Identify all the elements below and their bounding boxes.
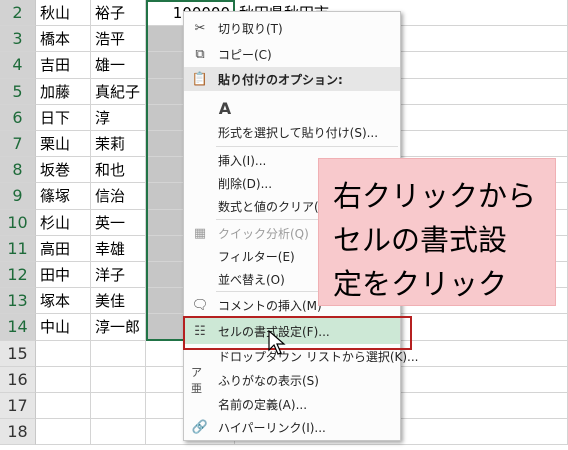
scissors-icon: ✂ (194, 20, 206, 36)
row-header[interactable]: 13 (0, 288, 36, 315)
table-cell[interactable] (36, 393, 91, 420)
table-cell[interactable]: 吉田 (36, 52, 91, 79)
table-cell[interactable] (36, 419, 91, 446)
clipboard-icon: 📋 (191, 71, 209, 87)
row-header[interactable]: 18 (0, 419, 36, 446)
menu-label: 形式を選択して貼り付け(S)... (218, 125, 379, 140)
callout-line-3: 定をクリック (333, 267, 508, 301)
table-cell[interactable]: 中山 (36, 314, 91, 341)
menu-label: フィルター(E) (218, 249, 295, 264)
furigana-icon: ア亜 (191, 366, 202, 395)
table-cell[interactable]: 信治 (91, 183, 146, 210)
row-header[interactable]: 16 (0, 366, 36, 393)
table-cell[interactable]: 加藤 (36, 78, 91, 105)
callout-line-2: セルの書式設 (333, 223, 508, 257)
mouse-cursor-icon (268, 330, 286, 355)
paste-values-icon: A (218, 98, 232, 118)
table-cell[interactable] (36, 366, 91, 393)
table-cell[interactable]: 塚本 (36, 288, 91, 315)
table-cell[interactable]: 真紀子 (91, 78, 146, 105)
table-cell[interactable]: 英一 (91, 209, 146, 236)
table-cell[interactable]: 日下 (36, 104, 91, 131)
table-cell[interactable]: 橋本 (36, 26, 91, 53)
table-cell[interactable]: 篠塚 (36, 183, 91, 210)
menu-label: クイック分析(Q) (218, 226, 309, 241)
row-header[interactable]: 6 (0, 104, 36, 131)
table-cell[interactable]: 秋山 (36, 0, 91, 27)
menu-label: コメントの挿入(M) (218, 298, 322, 313)
row-header[interactable]: 8 (0, 157, 36, 184)
row-header[interactable]: 9 (0, 183, 36, 210)
row-header[interactable]: 3 (0, 26, 36, 53)
callout-line-1: 右クリックから (333, 179, 537, 213)
row-header[interactable]: 4 (0, 52, 36, 79)
table-cell[interactable] (91, 393, 146, 420)
menu-label: コピー(C) (218, 47, 272, 62)
table-cell[interactable]: 田中 (36, 262, 91, 289)
row-header[interactable]: 2 (0, 0, 36, 27)
table-cell[interactable] (91, 419, 146, 446)
menu-label: 貼り付けのオプション: (218, 72, 343, 87)
table-cell[interactable]: 淳 (91, 104, 146, 131)
table-cell[interactable]: 洋子 (91, 262, 146, 289)
paste-options-header: 📋 貼り付けのオプション: (184, 67, 400, 91)
row-header[interactable]: 7 (0, 131, 36, 158)
menu-item-hyperlink[interactable]: 🔗 ハイパーリンク(I)... (184, 414, 400, 440)
row-header[interactable]: 11 (0, 235, 36, 262)
highlight-box (183, 316, 412, 350)
table-cell[interactable]: 淳一郎 (91, 314, 146, 341)
menu-label: 名前の定義(A)... (218, 397, 308, 412)
row-header[interactable]: 15 (0, 340, 36, 367)
menu-item-paste-special[interactable]: 形式を選択して貼り付け(S)... (184, 119, 400, 145)
copy-icon: ⧉ (195, 46, 205, 62)
table-cell[interactable]: 幸雄 (91, 235, 146, 262)
instruction-callout: 右クリックから セルの書式設 定をクリック (318, 158, 556, 306)
menu-item-copy[interactable]: ⧉ コピー(C) (184, 41, 400, 67)
menu-label: 削除(D)... (218, 176, 273, 191)
table-cell[interactable]: 雄一 (91, 52, 146, 79)
menu-label: 数式と値のクリア(N) (218, 199, 333, 214)
table-cell[interactable]: 坂巻 (36, 157, 91, 184)
row-header[interactable]: 14 (0, 314, 36, 341)
row-header[interactable]: 10 (0, 209, 36, 236)
table-cell[interactable]: 高田 (36, 235, 91, 262)
table-cell[interactable] (91, 340, 146, 367)
menu-label: ふりがなの表示(S) (218, 373, 319, 388)
menu-label: 切り取り(T) (218, 21, 283, 36)
table-cell[interactable]: 栗山 (36, 131, 91, 158)
table-cell[interactable]: 裕子 (91, 0, 146, 27)
table-cell[interactable]: 杉山 (36, 209, 91, 236)
menu-item-cut[interactable]: ✂ 切り取り(T) (184, 15, 400, 41)
menu-label: 並べ替え(O) (218, 272, 285, 287)
table-cell[interactable]: 和也 (91, 157, 146, 184)
table-cell[interactable]: 茉莉 (91, 131, 146, 158)
table-cell[interactable] (36, 340, 91, 367)
hyperlink-icon: 🔗 (191, 419, 209, 435)
comment-icon: 🗨 (191, 297, 209, 313)
quick-analysis-icon: ▦ (193, 225, 207, 241)
table-cell[interactable]: 美佳 (91, 288, 146, 315)
menu-item-furigana[interactable]: ア亜 ふりがなの表示(S) (184, 366, 400, 395)
row-header[interactable]: 12 (0, 262, 36, 289)
menu-label: ドロップダウン リストから選択(K)... (218, 349, 419, 364)
menu-label: ハイパーリンク(I)... (218, 420, 326, 435)
table-cell[interactable]: 浩平 (91, 26, 146, 53)
table-cell[interactable] (91, 366, 146, 393)
row-header[interactable]: 5 (0, 78, 36, 105)
menu-label: 挿入(I)... (218, 153, 267, 168)
row-header[interactable]: 17 (0, 393, 36, 420)
